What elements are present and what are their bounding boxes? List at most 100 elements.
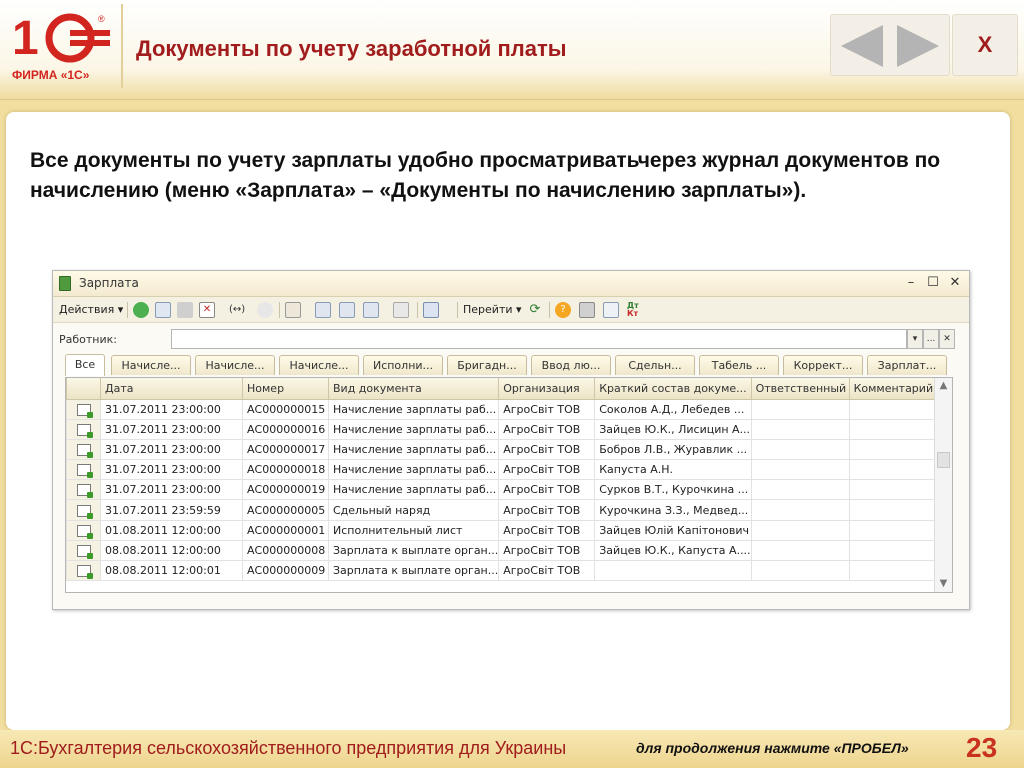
posted-document-icon (76, 565, 93, 580)
tab-brigade[interactable]: Бригадн... (447, 355, 527, 375)
row-icon-cell (66, 499, 101, 521)
cell-organization: АгроСвіт ТОВ (498, 499, 596, 521)
documents-table: Дата Номер Вид документа Организация Кра… (65, 377, 953, 593)
column-header-number[interactable]: Номер (242, 378, 329, 400)
table-row[interactable]: 31.07.2011 23:00:00 АС000000019 Начисление… (66, 479, 950, 501)
worker-clear-button[interactable]: ✕ (939, 329, 955, 349)
sort-icon[interactable] (363, 302, 379, 318)
tab-piecework[interactable]: Сдельн... (615, 355, 695, 375)
cell-date: 01.08.2011 12:00:00 (100, 519, 243, 541)
scroll-thumb[interactable] (937, 452, 950, 468)
print-icon[interactable] (579, 302, 595, 318)
table-row[interactable]: 31.07.2011 23:00:00 АС000000015 Начисление… (66, 398, 950, 420)
cell-doc-type: Начисление зарплаты раб... (327, 479, 500, 501)
document-journal-icon (59, 276, 71, 291)
prev-slide-button[interactable] (837, 23, 887, 69)
journal-icon[interactable]: Дт Кт (627, 302, 643, 318)
table-row[interactable]: 08.08.2011 12:00:00 АС000000008 Зарплата к… (66, 539, 950, 562)
cell-number: АС000000001 (242, 519, 329, 541)
cell-date: 31.07.2011 23:00:00 (100, 459, 243, 481)
scroll-up-icon[interactable]: ▲ (935, 378, 952, 394)
column-header-organization[interactable]: Организация (498, 378, 596, 400)
product-name: 1С:Бухгалтерия сельскохозяйственного пре… (10, 738, 567, 758)
tab-accrual-3[interactable]: Начисле... (279, 355, 359, 375)
cell-number: АС000000015 (242, 398, 329, 420)
tab-accrual-1[interactable]: Начисле... (111, 355, 191, 375)
table-row[interactable]: 31.07.2011 23:00:00 АС000000016 Начисление… (66, 418, 950, 440)
structure-icon[interactable] (423, 302, 439, 318)
tab-timesheet[interactable]: Табель ... (699, 355, 779, 375)
cell-date: 31.07.2011 23:59:59 (100, 499, 243, 521)
cell-summary: Соколов А.Д., Лебедев ... (594, 398, 752, 420)
table-row[interactable]: 31.07.2011 23:00:00 АС000000018 Начисление… (66, 459, 950, 481)
delete-icon[interactable]: ✕ (199, 302, 215, 318)
row-icon-cell (66, 519, 101, 541)
cell-responsible (750, 398, 850, 420)
cell-doc-type: Начисление зарплаты раб... (327, 459, 500, 481)
maximize-button[interactable]: ☐ (923, 273, 943, 293)
list-settings-icon[interactable] (285, 302, 301, 318)
window-titlebar: Зарплата – ☐ ✕ (53, 271, 969, 297)
worker-label: Работник: (59, 333, 117, 346)
vertical-scrollbar[interactable]: ▲ ▼ (934, 378, 952, 592)
svg-text:®: ® (98, 14, 105, 24)
cell-summary: Курочкина З.З., Медвед... (594, 499, 752, 521)
tab-input[interactable]: Ввод лю... (531, 355, 611, 375)
tab-correction[interactable]: Коррект... (783, 355, 863, 375)
cell-number: АС000000017 (242, 438, 329, 461)
column-header-responsible[interactable]: Ответственный (750, 378, 850, 400)
worker-select-button[interactable]: ... (923, 329, 939, 349)
column-header-icon (66, 378, 101, 400)
post-icon[interactable]: (↔) (229, 302, 245, 318)
filter-value-icon[interactable] (339, 302, 355, 318)
worker-dropdown-button[interactable]: ▾ (907, 329, 923, 349)
table-row[interactable]: 08.08.2011 12:00:01 АС000000009 Зарплата к… (66, 559, 950, 582)
row-icon-cell (66, 398, 101, 420)
posted-document-icon (76, 464, 93, 479)
clear-filter-icon[interactable] (393, 302, 409, 318)
cell-responsible (750, 438, 850, 461)
window-title: Зарплата (79, 276, 139, 290)
tab-writ[interactable]: Исполни... (363, 355, 443, 375)
help-icon[interactable]: ? (555, 302, 571, 318)
table-row[interactable]: 01.08.2011 12:00:00 АС000000001 Исполнител… (66, 519, 950, 541)
tab-accrual-2[interactable]: Начисле... (195, 355, 275, 375)
row-icon-cell (66, 418, 101, 440)
tab-salary[interactable]: Зарплат... (867, 355, 947, 375)
refresh-icon[interactable]: ⟳ (527, 302, 543, 318)
close-slide-button[interactable]: X (952, 14, 1018, 76)
copy-icon[interactable] (155, 302, 171, 318)
cell-responsible (750, 499, 850, 521)
goto-menu[interactable]: Перейти ▾ (463, 301, 522, 319)
svg-text:1: 1 (12, 12, 39, 65)
table-row[interactable]: 31.07.2011 23:59:59 АС000000005 Сдельный н… (66, 499, 950, 521)
tab-all[interactable]: Все (65, 354, 105, 376)
column-header-summary[interactable]: Краткий состав докуме... (594, 378, 752, 400)
minimize-button[interactable]: – (901, 273, 921, 293)
window-close-button[interactable]: ✕ (945, 273, 965, 293)
find-icon[interactable] (257, 302, 273, 318)
add-icon[interactable] (133, 302, 149, 318)
toolbar-separator (549, 302, 550, 318)
toolbar-separator (279, 302, 280, 318)
arrow-right-icon (897, 25, 939, 67)
column-header-doc-type[interactable]: Вид документа (327, 378, 500, 400)
posted-document-icon (76, 423, 93, 438)
cell-doc-type: Зарплата к выплате орган... (327, 559, 500, 582)
edit-icon[interactable] (177, 302, 193, 318)
cell-summary: Зайцев Ю.К., Лисицин А... (594, 418, 752, 440)
cell-number: АС000000008 (242, 539, 329, 562)
column-header-date[interactable]: Дата (100, 378, 243, 400)
toolbar-separator (127, 302, 128, 318)
cell-doc-type: Исполнительный лист (327, 519, 500, 541)
scroll-down-icon[interactable]: ▼ (935, 576, 952, 592)
cell-number: АС000000019 (242, 479, 329, 501)
filter-icon[interactable] (315, 302, 331, 318)
cell-organization: АгроСвіт ТОВ (498, 519, 596, 541)
page-number: 23 (966, 732, 998, 763)
actions-menu[interactable]: Действия ▾ (59, 301, 123, 319)
next-slide-button[interactable] (893, 23, 943, 69)
worker-field[interactable] (171, 329, 907, 349)
preview-icon[interactable] (603, 302, 619, 318)
table-row[interactable]: 31.07.2011 23:00:00 АС000000017 Начисление… (66, 438, 950, 461)
